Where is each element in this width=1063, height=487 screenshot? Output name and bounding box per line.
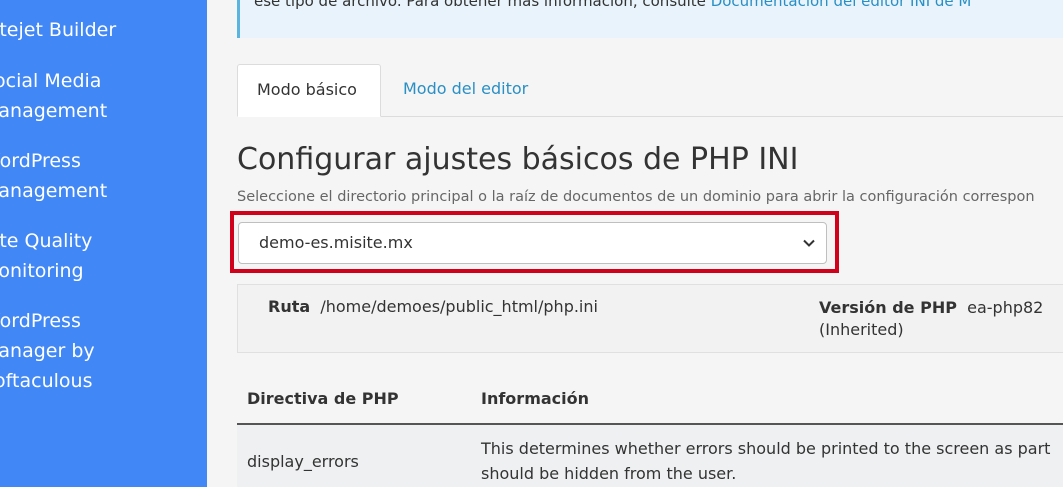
mode-tabs: Modo básico Modo del editor (237, 64, 1063, 117)
page-subtitle: Seleccione el directorio principal o la … (237, 189, 1035, 205)
sidebar-item-label: Site Quality (0, 230, 93, 252)
sidebar-item-label: WordPress (0, 310, 81, 332)
page-title: Configurar ajustes básicos de PHP INI (237, 142, 799, 177)
sidebar-item-label: Monitoring (0, 260, 84, 282)
sidebar-item-label: Manager by (0, 340, 95, 362)
column-header-directive: Directiva de PHP (247, 389, 399, 408)
ini-editor-docs-link[interactable]: Documentación del editor INI de M (711, 0, 972, 10)
directive-info: This determines whether errors should be… (481, 436, 1050, 486)
sidebar: Sitejet Builder Social Media Management … (0, 0, 207, 487)
directive-info-line: This determines whether errors should be… (481, 439, 1051, 458)
domain-select[interactable]: demo-es.misite.mx (238, 222, 827, 264)
sidebar-item-wordpress-management[interactable]: WordPress Management (0, 146, 207, 206)
sidebar-item-label: Softaculous (0, 370, 93, 392)
php-info-panel: Ruta /home/demoes/public_html/php.ini Ve… (237, 284, 1063, 353)
domain-select-value: demo-es.misite.mx (259, 233, 413, 252)
php-version-label: Versión de PHP (819, 298, 957, 317)
column-header-information: Información (481, 389, 590, 408)
sidebar-item-sitejet-builder[interactable]: Sitejet Builder (0, 15, 207, 45)
path-label: Ruta (268, 297, 311, 316)
sidebar-item-label: Social Media (0, 70, 102, 92)
notice-body: ese tipo de archivo. Para obtener más in… (254, 0, 711, 10)
table-row: display_errors This determines whether e… (237, 425, 1063, 487)
sidebar-item-social-media-management[interactable]: Social Media Management (0, 66, 207, 126)
directive-info-line: should be hidden from the user. (481, 464, 737, 483)
sidebar-item-label: WordPress (0, 150, 81, 172)
php-version-value: ea-php82 (967, 298, 1044, 317)
sidebar-item-wordpress-manager-softaculous[interactable]: WordPress Manager by Softaculous (0, 306, 207, 396)
sidebar-item-site-quality-monitoring[interactable]: Site Quality Monitoring (0, 226, 207, 286)
sidebar-item-label: Management (0, 100, 108, 122)
directive-name: display_errors (247, 452, 359, 471)
notice-text: ese tipo de archivo. Para obtener más in… (254, 0, 971, 10)
tab-basic-mode[interactable]: Modo básico (237, 64, 381, 117)
php-version-info: Versión de PHP ea-php82 (Inherited) (819, 297, 1043, 341)
path-info: Ruta /home/demoes/public_html/php.ini (268, 297, 598, 316)
main-content: ese tipo de archivo. Para obtener más in… (207, 0, 1063, 487)
php-version-note: (Inherited) (819, 320, 904, 339)
table-header: Directiva de PHP Información (237, 375, 1063, 425)
chevron-down-icon (803, 239, 815, 247)
path-value: /home/demoes/public_html/php.ini (320, 297, 598, 316)
sidebar-item-label: Sitejet Builder (0, 19, 117, 41)
tab-editor-mode[interactable]: Modo del editor (384, 64, 547, 115)
sidebar-item-label: Management (0, 180, 108, 202)
